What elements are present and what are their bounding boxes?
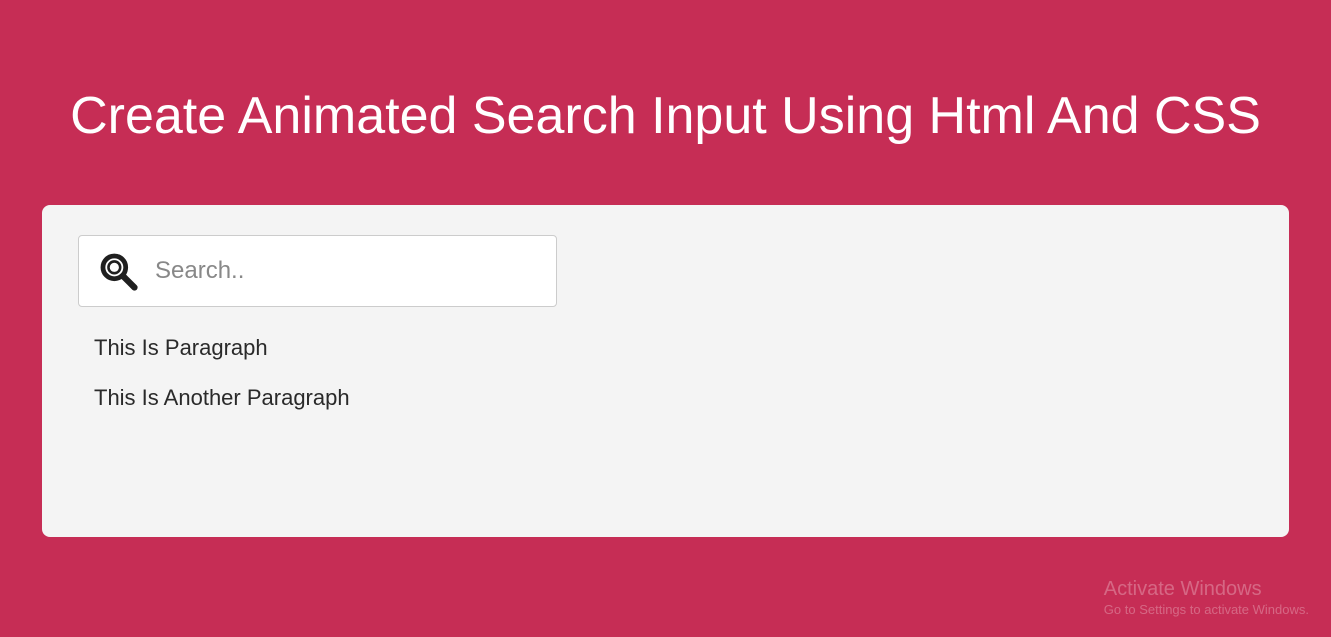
search-input[interactable] xyxy=(147,257,546,285)
watermark-title: Activate Windows xyxy=(1104,576,1309,602)
paragraph-1: This Is Paragraph xyxy=(94,335,1253,361)
watermark-subtitle: Go to Settings to activate Windows. xyxy=(1104,602,1309,619)
page-title: Create Animated Search Input Using Html … xyxy=(0,0,1331,147)
search-wrapper[interactable] xyxy=(78,235,557,307)
content-card: This Is Paragraph This Is Another Paragr… xyxy=(42,205,1289,537)
windows-activation-watermark: Activate Windows Go to Settings to activ… xyxy=(1104,576,1309,619)
search-icon xyxy=(89,249,147,293)
paragraph-2: This Is Another Paragraph xyxy=(94,385,1253,411)
